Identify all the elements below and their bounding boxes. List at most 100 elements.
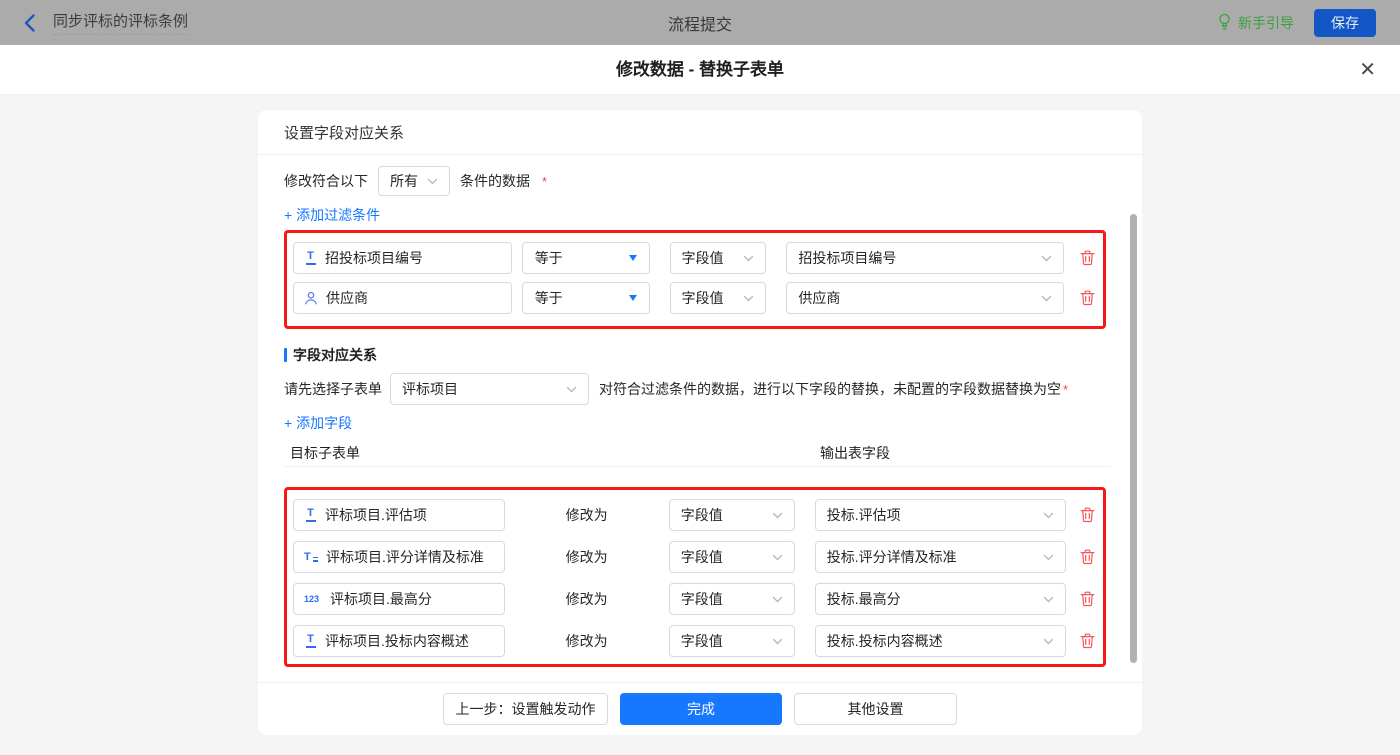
operator-select[interactable]: 等于 (522, 242, 650, 274)
user-icon (304, 291, 318, 305)
settings-card: 设置字段对应关系 修改符合以下 所有 条件的数据 * + 添加过滤条件 T (258, 110, 1142, 735)
chevron-down-icon (566, 386, 577, 393)
text-field-icon: T (304, 251, 317, 265)
output-field-select[interactable]: 投标.最高分 (815, 583, 1066, 615)
mapping-section-label: 字段对应关系 (293, 345, 377, 365)
output-field-select[interactable]: 投标.评估项 (815, 499, 1066, 531)
text-field-icon: T (304, 634, 317, 648)
add-filter-link[interactable]: + 添加过滤条件 (284, 205, 380, 225)
target-field-box[interactable]: T 评标项目.评分详情及标准 (293, 541, 505, 573)
filter-field-box[interactable]: 供应商 (293, 282, 512, 314)
target-field-label: 评标项目.评分详情及标准 (326, 547, 484, 567)
delete-filter-button[interactable] (1077, 242, 1097, 274)
target-field-label: 评标项目.投标内容概述 (325, 631, 469, 651)
match-type-select[interactable]: 所有 (378, 166, 450, 196)
delete-mapping-button[interactable] (1078, 499, 1097, 531)
flow-name[interactable]: 同步评标的评标条例 (53, 10, 188, 35)
back-button[interactable] (24, 14, 35, 32)
lightbulb-icon (1217, 13, 1232, 32)
close-icon[interactable]: ✕ (1359, 58, 1376, 82)
text-field-icon: T (304, 508, 317, 522)
mapping-row: T 评标项目.评分详情及标准 修改为 字段值 投标.评分详情及标准 (293, 541, 1097, 573)
modal-body: 设置字段对应关系 修改符合以下 所有 条件的数据 * + 添加过滤条件 T (0, 96, 1400, 755)
delete-mapping-button[interactable] (1078, 583, 1097, 615)
output-field-value: 投标.评分详情及标准 (827, 547, 957, 567)
value-type-value: 字段值 (681, 631, 723, 651)
delete-mapping-button[interactable] (1078, 625, 1097, 657)
trash-icon (1080, 250, 1095, 266)
modal-header: 修改数据 - 替换子表单 ✕ (0, 45, 1400, 95)
mapping-section-title: 字段对应关系 (284, 345, 1116, 365)
subform-select-value: 评标项目 (402, 379, 458, 399)
match-suffix-label: 条件的数据 (460, 171, 530, 191)
prev-step-button[interactable]: 上一步：设置触发动作 (443, 693, 608, 725)
target-field-label: 评标项目.最高分 (330, 589, 432, 609)
output-field-select[interactable]: 投标.投标内容概述 (815, 625, 1066, 657)
chevron-down-icon (772, 596, 783, 603)
chevron-down-icon (772, 512, 783, 519)
target-field-box[interactable]: T 评标项目.投标内容概述 (293, 625, 505, 657)
filter-annotation-box: T 招投标项目编号 等于 字段值 招投标项目编号 (284, 230, 1106, 329)
guide-button[interactable]: 新手引导 (1217, 13, 1294, 33)
add-field-link[interactable]: + 添加字段 (284, 413, 352, 433)
header-divider (284, 466, 1110, 467)
value-type-select[interactable]: 字段值 (669, 541, 795, 573)
topbar: 同步评标的评标条例 流程提交 新手引导 保存 (0, 0, 1400, 45)
mapping-table-header: 目标子表单 输出表字段 (284, 443, 1116, 463)
value-type-select[interactable]: 字段值 (670, 282, 767, 314)
value-type-value: 字段值 (681, 505, 723, 525)
subform-select[interactable]: 评标项目 (390, 373, 589, 405)
output-field-value: 投标.评估项 (827, 505, 901, 525)
page-title: 流程提交 (0, 11, 1400, 35)
chevron-down-icon (427, 178, 438, 185)
match-prefix-label: 修改符合以下 (284, 171, 368, 191)
chevron-down-icon (1043, 554, 1054, 561)
mapping-annotation-box: T 评标项目.评估项 修改为 字段值 投标.评估项 (284, 487, 1106, 667)
delete-mapping-button[interactable] (1078, 541, 1097, 573)
value-type-select[interactable]: 字段值 (670, 242, 767, 274)
value-select[interactable]: 供应商 (786, 282, 1064, 314)
required-mark: * (1063, 382, 1068, 397)
card-header-title: 设置字段对应关系 (258, 110, 1142, 155)
match-type-value: 所有 (390, 171, 418, 191)
target-field-label: 评标项目.评估项 (325, 505, 427, 525)
value-type-select[interactable]: 字段值 (669, 625, 795, 657)
mapping-row: 123 评标项目.最高分 修改为 字段值 投标.最高分 (293, 583, 1097, 615)
delete-filter-button[interactable] (1077, 282, 1097, 314)
column-target-subform: 目标子表单 (290, 443, 360, 463)
filter-field-box[interactable]: T 招投标项目编号 (293, 242, 512, 274)
value-type-select[interactable]: 字段值 (669, 583, 795, 615)
modify-label: 修改为 (515, 505, 659, 525)
filter-row: T 招投标项目编号 等于 字段值 招投标项目编号 (293, 242, 1097, 274)
target-field-box[interactable]: T 评标项目.评估项 (293, 499, 505, 531)
operator-value: 等于 (535, 288, 563, 308)
textarea-field-icon: T (304, 552, 318, 563)
target-field-box[interactable]: 123 评标项目.最高分 (293, 583, 505, 615)
scrollbar-thumb[interactable] (1130, 214, 1137, 663)
mapping-row: T 评标项目.投标内容概述 修改为 字段值 投标.投标内容概述 (293, 625, 1097, 657)
operator-select[interactable]: 等于 (522, 282, 650, 314)
done-button[interactable]: 完成 (620, 693, 782, 725)
mapping-description: 对符合过滤条件的数据，进行以下字段的替换，未配置的字段数据替换为空 (599, 379, 1061, 399)
modify-label: 修改为 (515, 631, 659, 651)
chevron-down-icon (1041, 255, 1052, 262)
output-field-select[interactable]: 投标.评分详情及标准 (815, 541, 1066, 573)
trash-icon (1080, 507, 1095, 523)
chevron-down-icon (1043, 512, 1054, 519)
other-settings-button[interactable]: 其他设置 (794, 693, 957, 725)
trash-icon (1080, 591, 1095, 607)
mapping-row: T 评标项目.评估项 修改为 字段值 投标.评估项 (293, 499, 1097, 531)
value-select[interactable]: 招投标项目编号 (786, 242, 1064, 274)
value-select-value: 供应商 (798, 288, 840, 308)
chevron-down-icon (772, 638, 783, 645)
modify-label: 修改为 (515, 589, 659, 609)
trash-icon (1080, 549, 1095, 565)
chevron-down-icon (1043, 638, 1054, 645)
chevron-down-icon (772, 554, 783, 561)
chevron-down-icon (743, 295, 754, 302)
value-type-select[interactable]: 字段值 (669, 499, 795, 531)
trash-icon (1080, 290, 1095, 306)
filter-field-label: 供应商 (326, 288, 368, 308)
back-icon (24, 14, 35, 32)
save-button[interactable]: 保存 (1314, 9, 1376, 37)
